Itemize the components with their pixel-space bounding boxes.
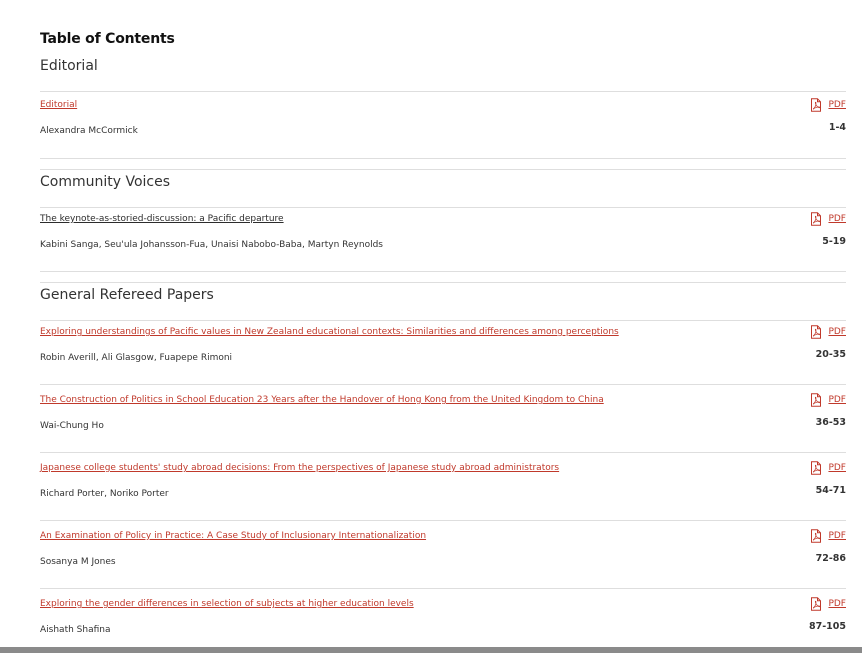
pdf-file-icon bbox=[811, 461, 822, 475]
pdf-file-icon bbox=[811, 98, 822, 112]
article-title-link[interactable]: Japanese college students' study abroad … bbox=[40, 463, 559, 473]
page-range: 20-35 bbox=[815, 349, 846, 360]
pdf-label: PDF bbox=[828, 531, 846, 541]
pdf-file-icon bbox=[811, 529, 822, 543]
pdf-file-icon bbox=[811, 212, 822, 226]
pdf-label: PDF bbox=[828, 599, 846, 609]
section-heading: Editorial bbox=[40, 58, 98, 74]
section-editorial: Editorial bbox=[40, 54, 846, 78]
divider bbox=[40, 207, 846, 208]
article-authors: Aishath Shafina bbox=[40, 625, 111, 635]
page-range: 54-71 bbox=[815, 485, 846, 496]
pdf-download-link[interactable]: PDF bbox=[809, 393, 846, 407]
pdf-file-icon bbox=[811, 393, 822, 407]
pdf-label: PDF bbox=[828, 395, 846, 405]
article-authors: Alexandra McCormick bbox=[40, 126, 138, 136]
page-range: 87-105 bbox=[809, 621, 846, 632]
pdf-label: PDF bbox=[828, 327, 846, 337]
article-item: The Construction of Politics in School E… bbox=[40, 393, 846, 443]
pdf-label: PDF bbox=[828, 100, 846, 110]
article-item: Japanese college students' study abroad … bbox=[40, 461, 846, 511]
section-heading: General Refereed Papers bbox=[40, 287, 214, 303]
article-authors: Richard Porter, Noriko Porter bbox=[40, 489, 169, 499]
article-title-link[interactable]: Editorial bbox=[40, 100, 77, 110]
section-heading: Community Voices bbox=[40, 174, 171, 190]
page-range: 1-4 bbox=[828, 122, 846, 133]
horizontal-scrollbar[interactable] bbox=[0, 647, 862, 653]
pdf-download-link[interactable]: PDF bbox=[809, 212, 846, 226]
page-range: 36-53 bbox=[815, 417, 846, 428]
section-community-voices: Community Voices bbox=[40, 170, 846, 194]
article-item: The keynote-as-storied-discussion: a Pac… bbox=[40, 212, 846, 262]
pdf-download-link[interactable]: PDF bbox=[809, 461, 846, 475]
article-authors: Kabini Sanga, Seu'ula Johansson-Fua, Una… bbox=[40, 240, 383, 250]
divider bbox=[40, 320, 846, 321]
article-authors: Robin Averill, Ali Glasgow, Fuapepe Rimo… bbox=[40, 353, 233, 363]
pdf-download-link[interactable]: PDF bbox=[809, 98, 846, 112]
article-title-link[interactable]: An Examination of Policy in Practice: A … bbox=[40, 531, 426, 541]
divider bbox=[40, 588, 846, 589]
article-title-link[interactable]: Exploring the gender differences in sele… bbox=[40, 599, 414, 609]
pdf-download-link[interactable]: PDF bbox=[809, 597, 846, 611]
article-item: Editorial Alexandra McCormick PDF 1-4 bbox=[40, 98, 846, 148]
page-title: Table of Contents bbox=[40, 31, 175, 47]
page-range: 72-86 bbox=[815, 553, 846, 564]
article-title-link[interactable]: The keynote-as-storied-discussion: a Pac… bbox=[40, 214, 284, 224]
divider bbox=[40, 520, 846, 521]
divider bbox=[40, 452, 846, 453]
divider bbox=[40, 384, 846, 385]
article-authors: Wai-Chung Ho bbox=[40, 421, 104, 431]
section-general-refereed-papers: General Refereed Papers bbox=[40, 283, 846, 307]
pdf-label: PDF bbox=[828, 463, 846, 473]
pdf-file-icon bbox=[811, 597, 822, 611]
pdf-file-icon bbox=[811, 325, 822, 339]
page-range: 5-19 bbox=[822, 236, 846, 247]
article-title-link[interactable]: The Construction of Politics in School E… bbox=[40, 395, 604, 405]
pdf-download-link[interactable]: PDF bbox=[809, 325, 846, 339]
article-item: Exploring understandings of Pacific valu… bbox=[40, 325, 846, 375]
divider bbox=[40, 271, 846, 272]
article-authors: Sosanya M Jones bbox=[40, 557, 116, 567]
pdf-label: PDF bbox=[828, 214, 846, 224]
article-title-link[interactable]: Exploring understandings of Pacific valu… bbox=[40, 327, 619, 337]
article-item: An Examination of Policy in Practice: A … bbox=[40, 529, 846, 579]
divider bbox=[40, 158, 846, 159]
divider bbox=[40, 91, 846, 92]
pdf-download-link[interactable]: PDF bbox=[809, 529, 846, 543]
article-item: Exploring the gender differences in sele… bbox=[40, 597, 846, 647]
